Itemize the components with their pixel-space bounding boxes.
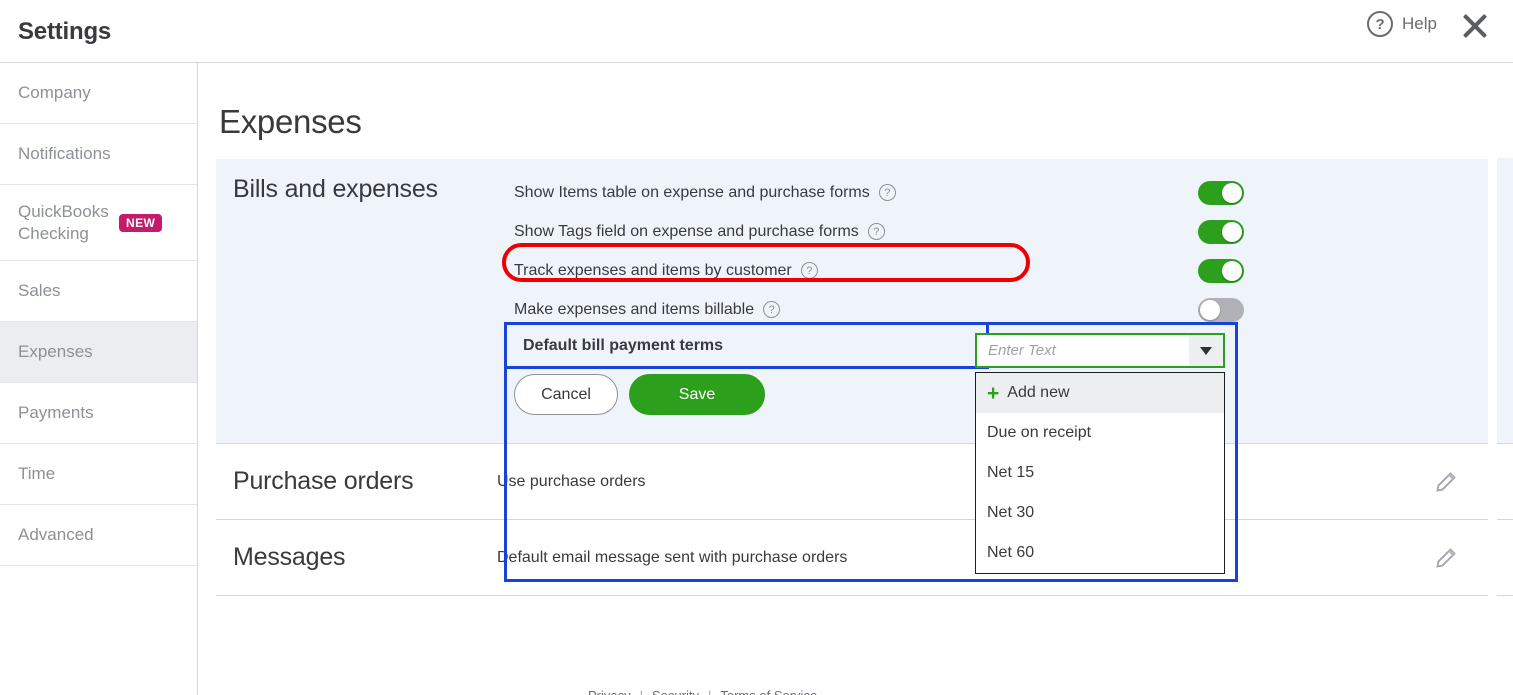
- default-bill-payment-terms-label: Default bill payment terms: [523, 336, 724, 354]
- option-label: Show Tags field on expense and purchase …: [514, 222, 859, 240]
- toggle-knob: [1200, 299, 1220, 320]
- sidebar-item-sales[interactable]: Sales: [0, 261, 197, 322]
- plus-icon: +: [987, 381, 1000, 405]
- sidebar-item-notifications[interactable]: Notifications: [0, 124, 197, 185]
- option-row-show-items-table: Show Items table on expense and purchase…: [514, 173, 1244, 212]
- dropdown-option-net-30[interactable]: Net 30: [976, 493, 1224, 533]
- option-row-make-expenses-billable: Make expenses and items billable ?: [514, 290, 1244, 329]
- footer-links: Privacy | Security | Terms of Service: [588, 688, 817, 695]
- toggle-make-expenses-billable[interactable]: [1198, 297, 1244, 322]
- dropdown-option-add-new[interactable]: + Add new: [976, 373, 1224, 413]
- default-bill-payment-terms-row: Default bill payment terms: [506, 325, 991, 366]
- close-icon[interactable]: [1459, 10, 1491, 42]
- toggle-track-expenses-by-customer[interactable]: [1198, 258, 1244, 283]
- question-circle-icon[interactable]: ?: [867, 223, 885, 240]
- section-heading: Bills and expenses: [233, 175, 438, 203]
- row-description: Default email message sent with purchase…: [497, 548, 848, 566]
- option-label: Track expenses and items by customer: [514, 261, 792, 279]
- dropdown-option-label: Net 60: [987, 544, 1035, 561]
- page-title: Expenses: [219, 103, 362, 140]
- sidebar-item-time[interactable]: Time: [0, 444, 197, 505]
- dropdown-option-net-15[interactable]: Net 15: [976, 453, 1224, 493]
- security-link[interactable]: Security: [652, 688, 699, 695]
- row-title: Messages: [233, 543, 346, 571]
- toggle-knob: [1222, 260, 1242, 281]
- form-actions: Cancel Save: [514, 374, 765, 415]
- settings-window: Settings ? Help Company Notifications Qu…: [0, 0, 1513, 695]
- option-row-track-expenses-by-customer: Track expenses and items by customer ?: [502, 243, 1244, 290]
- dropdown-option-label: Due on receipt: [987, 424, 1092, 441]
- purchase-orders-row[interactable]: Purchase orders Use purchase orders: [216, 444, 1488, 520]
- dropdown-option-label: Add new: [1007, 384, 1070, 401]
- option-label: Make expenses and items billable: [514, 300, 755, 318]
- privacy-link[interactable]: Privacy: [588, 688, 631, 695]
- default-bill-payment-terms-input[interactable]: [977, 335, 1189, 366]
- messages-row[interactable]: Messages Default email message sent with…: [216, 520, 1488, 596]
- offscreen-divider: [1497, 519, 1513, 520]
- sidebar-item-company[interactable]: Company: [0, 63, 197, 124]
- toggle-show-tags-field[interactable]: [1198, 219, 1244, 244]
- sidebar-item-label: Expenses: [18, 342, 93, 362]
- dropdown-option-label: Net 30: [987, 504, 1035, 521]
- bills-and-expenses-section: Bills and expenses Show Items table on e…: [216, 159, 1488, 582]
- cancel-button[interactable]: Cancel: [514, 374, 618, 415]
- toggle-show-items-table[interactable]: [1198, 180, 1244, 205]
- new-badge: NEW: [119, 213, 163, 232]
- page-heading: Settings: [18, 18, 112, 45]
- option-row-show-tags-field: Show Tags field on expense and purchase …: [514, 212, 1244, 251]
- sidebar-item-label: Company: [18, 83, 91, 103]
- question-circle-icon[interactable]: ?: [878, 184, 896, 201]
- sidebar-item-expenses[interactable]: Expenses: [0, 322, 197, 383]
- sidebar-item-payments[interactable]: Payments: [0, 383, 197, 444]
- offscreen-divider: [1497, 595, 1513, 596]
- chevron-down-icon[interactable]: [1189, 335, 1223, 366]
- settings-sidebar: Company Notifications QuickBooks Checkin…: [0, 62, 198, 695]
- help-label: Help: [1402, 14, 1437, 33]
- sidebar-item-label: Notifications: [18, 144, 111, 164]
- question-circle-icon[interactable]: ?: [763, 301, 781, 318]
- sidebar-item-label: QuickBooks Checking: [18, 202, 109, 243]
- default-bill-payment-terms-dropdown: + Add new Due on receipt Net 15 Net 30 N…: [975, 372, 1225, 574]
- dropdown-option-net-60[interactable]: Net 60: [976, 533, 1224, 573]
- dropdown-option-label: Net 15: [987, 464, 1035, 481]
- sidebar-item-label: Payments: [18, 403, 94, 423]
- sidebar-item-quickbooks-checking[interactable]: QuickBooks Checking NEW: [0, 185, 197, 261]
- default-bill-payment-terms-combobox[interactable]: [975, 333, 1225, 368]
- toggle-knob: [1222, 182, 1242, 203]
- sidebar-item-label: Advanced: [18, 525, 94, 545]
- sidebar-item-label: Time: [18, 464, 56, 484]
- option-label: Show Items table on expense and purchase…: [514, 183, 870, 201]
- help-button[interactable]: ? Help: [1367, 11, 1437, 37]
- sidebar-item-label: Sales: [18, 281, 61, 301]
- question-circle-icon[interactable]: ?: [800, 262, 818, 279]
- option-list: Show Items table on expense and purchase…: [502, 173, 1244, 329]
- separator: |: [708, 688, 711, 695]
- row-title: Purchase orders: [233, 467, 414, 495]
- pencil-icon[interactable]: [1434, 546, 1458, 570]
- settings-main-panel: Expenses Bills and expenses Show Items t…: [198, 62, 1513, 695]
- toggle-knob: [1222, 221, 1242, 242]
- offscreen-panel-sliver: [1497, 158, 1513, 444]
- save-button[interactable]: Save: [629, 374, 765, 415]
- row-description: Use purchase orders: [497, 472, 646, 490]
- window-topbar: Settings ? Help: [0, 0, 1513, 62]
- question-circle-icon: ?: [1367, 11, 1394, 37]
- dropdown-option-due-on-receipt[interactable]: Due on receipt: [976, 413, 1224, 453]
- separator: |: [640, 688, 643, 695]
- sidebar-item-advanced[interactable]: Advanced: [0, 505, 197, 566]
- terms-of-service-link[interactable]: Terms of Service: [720, 688, 817, 695]
- pencil-icon[interactable]: [1434, 470, 1458, 494]
